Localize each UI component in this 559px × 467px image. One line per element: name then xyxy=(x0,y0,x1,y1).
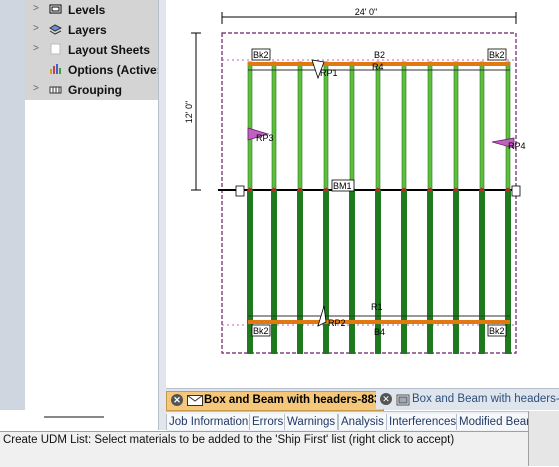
hanger-dot xyxy=(505,187,511,193)
rim-board-bottom xyxy=(248,320,510,324)
tab-box-and-beam-8[interactable]: ✕ Box and Beam with headers-8 xyxy=(376,391,559,409)
expand-chevron-icon[interactable]: > xyxy=(33,43,39,54)
floor-outline xyxy=(221,32,517,354)
close-tab-icon[interactable]: ✕ xyxy=(380,393,392,405)
drawing-canvas[interactable]: 24' 0" 12' 0" Bk2 Bk2 Bk2 Bk2 B2 R4 RP1 … xyxy=(166,0,559,388)
tab-interferences[interactable]: Interferences xyxy=(386,414,460,430)
joist-lower xyxy=(479,190,485,354)
tree-item-label: Grouping xyxy=(68,83,122,97)
joist-upper xyxy=(427,61,433,191)
joist-lower xyxy=(297,190,303,354)
tab-errors[interactable]: Errors xyxy=(249,414,287,430)
tree-item-layers[interactable]: > Layers xyxy=(25,20,158,40)
beam-end-left-icon xyxy=(235,185,245,197)
tree-item-label: Levels xyxy=(68,3,106,17)
tab-analysis[interactable]: Analysis xyxy=(338,414,387,430)
tab-box-and-beam-883[interactable]: ✕ Box and Beam with headers-883 xyxy=(166,391,384,411)
tree-list: > Levels > Layers > Layout Sheets Option… xyxy=(25,0,161,100)
joist-upper xyxy=(247,61,253,191)
status-right-top-panel xyxy=(528,411,559,431)
tree-item-levels[interactable]: > Levels xyxy=(25,0,158,20)
bk2-top-right-label: Bk2 xyxy=(489,50,505,60)
joist-lower xyxy=(323,190,329,354)
joist-lower xyxy=(349,190,355,354)
tab-label: Box and Beam with headers-883 xyxy=(204,394,381,406)
beam-end-right-icon xyxy=(511,185,521,197)
rp4-label: RP4 xyxy=(508,141,526,151)
box-icon xyxy=(396,394,410,406)
document-tab-bar: ✕ Box and Beam with headers-883 ✕ Box an… xyxy=(166,388,559,411)
width-dimension-label: 24' 0" xyxy=(355,7,377,17)
hanger-dot xyxy=(247,187,253,193)
joist-lower xyxy=(427,190,433,354)
joist-upper xyxy=(453,61,459,191)
tab-label: Box and Beam with headers-8 xyxy=(412,393,559,405)
joist-upper xyxy=(349,61,355,191)
tab-warnings[interactable]: Warnings xyxy=(284,414,339,430)
joist-upper xyxy=(271,61,277,191)
bk2-bottom-left-label: Bk2 xyxy=(253,326,269,336)
tree-item-options[interactable]: Options (Active: xyxy=(25,60,161,80)
joist-lower xyxy=(453,190,459,354)
r1-bottom-label: R1 xyxy=(371,302,383,312)
joist-upper xyxy=(479,61,485,191)
rp1-label: RP1 xyxy=(320,68,338,78)
rp2-label: RP2 xyxy=(328,318,346,328)
envelope-icon xyxy=(187,395,203,406)
b2-top-label: B2 xyxy=(374,50,385,60)
levels-icon xyxy=(49,4,62,14)
status-bar: Create UDM List: Select materials to be … xyxy=(0,431,528,467)
joist-lower xyxy=(271,190,277,354)
expand-chevron-icon[interactable]: > xyxy=(33,3,39,14)
hanger-dot xyxy=(297,187,303,193)
options-icon xyxy=(50,64,61,74)
layout-sheets-icon xyxy=(50,43,61,55)
tree-item-label: Layers xyxy=(68,23,107,37)
layers-icon xyxy=(49,24,62,35)
bm1-label: BM1 xyxy=(333,181,352,191)
hanger-dot xyxy=(375,187,381,193)
joist-upper xyxy=(401,61,407,191)
joist-upper xyxy=(323,61,329,191)
r4-top-label: R4 xyxy=(372,62,384,72)
expand-chevron-icon[interactable]: > xyxy=(33,83,39,94)
tab-job-information[interactable]: Job Information xyxy=(166,414,252,430)
hanger-dot xyxy=(453,187,459,193)
tree-item-layout-sheets[interactable]: > Layout Sheets xyxy=(25,40,158,60)
joist-upper xyxy=(375,61,381,191)
bk2-top-left-label: Bk2 xyxy=(253,50,269,60)
grouping-icon xyxy=(49,86,62,94)
close-tab-icon[interactable]: ✕ xyxy=(171,394,183,406)
tree-item-label: Options (Active: xyxy=(68,63,161,77)
b4-bottom-label: B4 xyxy=(374,327,385,337)
left-gutter xyxy=(0,0,25,410)
hanger-dot xyxy=(401,187,407,193)
joist-lower xyxy=(401,190,407,354)
hanger-dot xyxy=(479,187,485,193)
hanger-dot xyxy=(427,187,433,193)
rp3-label: RP3 xyxy=(256,133,274,143)
status-right-panel xyxy=(528,431,559,466)
hanger-dot xyxy=(323,187,329,193)
tree-item-label: Layout Sheets xyxy=(68,43,151,57)
floor-plan-drawing: 24' 0" 12' 0" Bk2 Bk2 Bk2 Bk2 B2 R4 RP1 … xyxy=(184,7,526,354)
expand-chevron-icon[interactable]: > xyxy=(33,23,39,34)
hanger-dot xyxy=(271,187,277,193)
joist-upper xyxy=(297,61,303,191)
bottom-tab-strip: Job Information Errors Warnings Analysis… xyxy=(166,411,559,432)
bk2-bottom-right-label: Bk2 xyxy=(489,326,505,336)
tree-horizontal-scrollbar[interactable] xyxy=(44,416,104,418)
tree-item-grouping[interactable]: > Grouping xyxy=(25,80,158,100)
height-dimension-label: 12' 0" xyxy=(184,101,194,123)
status-message: Create UDM List: Select materials to be … xyxy=(3,434,455,446)
joist-upper xyxy=(505,61,511,191)
